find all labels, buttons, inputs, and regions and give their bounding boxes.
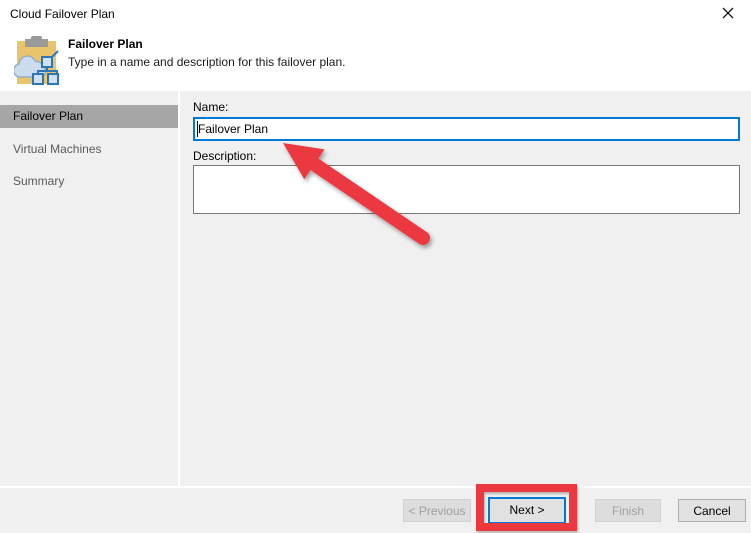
finish-button[interactable]: Finish xyxy=(595,499,661,522)
sidebar-item-virtual-machines[interactable]: Virtual Machines xyxy=(0,138,178,161)
cancel-button[interactable]: Cancel xyxy=(678,499,746,522)
close-icon[interactable] xyxy=(719,4,737,22)
step-subtitle: Type in a name and description for this … xyxy=(68,55,346,69)
description-input[interactable] xyxy=(193,165,740,214)
name-label: Name: xyxy=(193,100,229,114)
sidebar-divider xyxy=(178,91,180,487)
name-input[interactable] xyxy=(193,117,740,141)
step-title: Failover Plan xyxy=(68,37,143,51)
next-button[interactable]: Next > xyxy=(488,497,566,524)
sidebar-item-failover-plan[interactable]: Failover Plan xyxy=(0,105,178,128)
sidebar-item-summary[interactable]: Summary xyxy=(0,170,178,193)
footer-divider xyxy=(0,486,751,488)
previous-button[interactable]: < Previous xyxy=(403,499,471,522)
cloud-failover-plan-dialog: Cloud Failover Plan Failover Plan Type i… xyxy=(0,0,751,533)
description-label: Description: xyxy=(193,149,257,163)
window-title: Cloud Failover Plan xyxy=(10,7,115,21)
text-caret xyxy=(197,121,198,137)
clipboard-cloud-network-icon xyxy=(14,36,59,85)
